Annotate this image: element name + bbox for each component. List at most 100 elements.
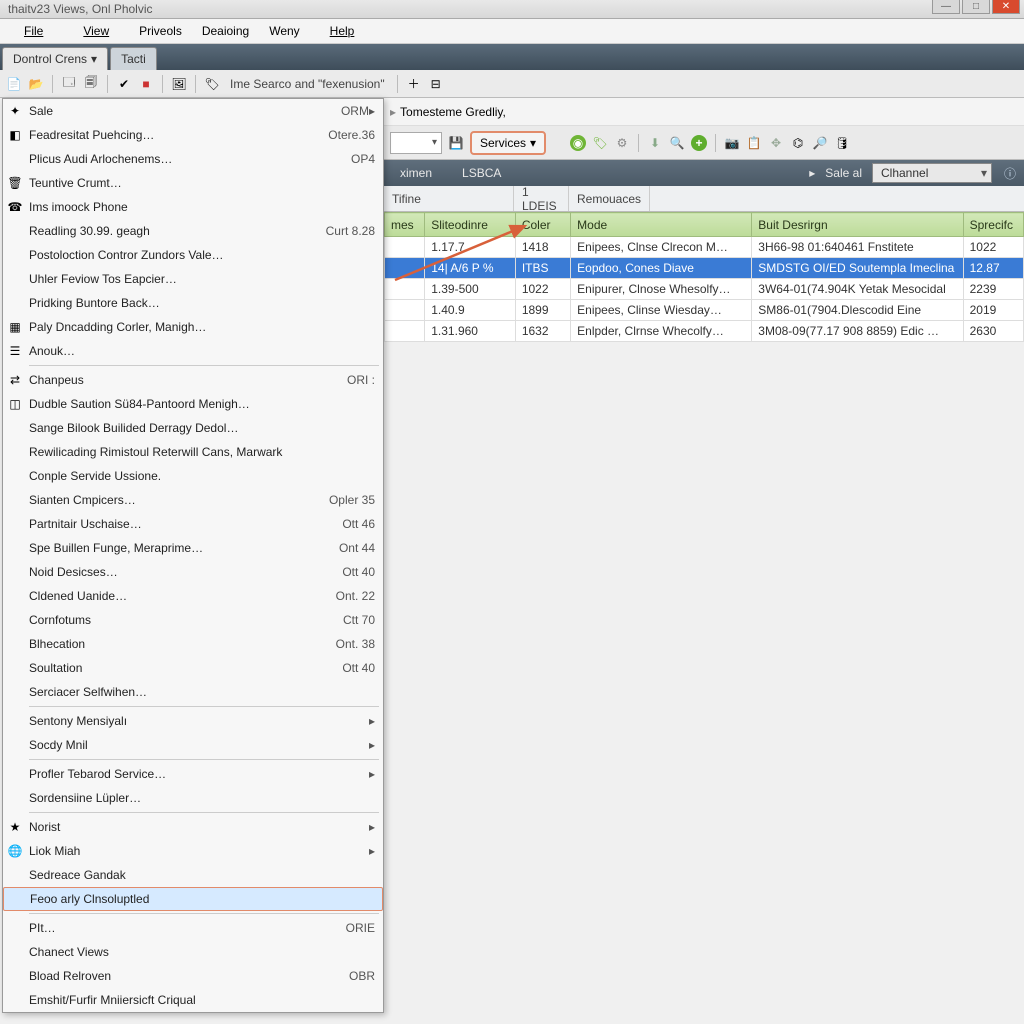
menu-item[interactable]: Emshit/Furfir Mniiersicft Criqual: [3, 988, 383, 1012]
info-icon[interactable]: ⓘ: [1002, 165, 1018, 181]
col-header[interactable]: Buit Desrirgn: [752, 213, 963, 237]
photo-icon[interactable]: 🖼: [171, 76, 187, 92]
menu-item[interactable]: ☎Ims imoock Phone: [3, 195, 383, 219]
menu-item[interactable]: CornfotumsCtt 70: [3, 608, 383, 632]
check-icon[interactable]: ✔: [116, 76, 132, 92]
minimize-button[interactable]: —: [932, 0, 960, 14]
nav-ximen[interactable]: ximen: [390, 166, 442, 180]
menu-item[interactable]: Partnitair Uschaise…Ott 46: [3, 512, 383, 536]
filter-dropdown[interactable]: [390, 132, 442, 154]
camera-icon[interactable]: 📷: [724, 135, 740, 151]
hdr-remouaces[interactable]: Remouaces: [569, 186, 650, 211]
menu-item[interactable]: Pridking Buntore Back…: [3, 291, 383, 315]
barrel-icon[interactable]: 🛢: [834, 135, 850, 151]
hdr-ldeis[interactable]: 1 LDEIS: [514, 186, 569, 211]
collapse-icon[interactable]: ⊟: [428, 76, 444, 92]
menu-item[interactable]: 🗑Teuntive Crumt…: [3, 171, 383, 195]
menu-item[interactable]: Sange Bilook Builided Derragy Dedol…: [3, 416, 383, 440]
menu-item[interactable]: Sordensiine Lüpler…: [3, 786, 383, 810]
menu-view[interactable]: View: [63, 20, 129, 42]
menu-item[interactable]: Bload RelrovenOBR: [3, 964, 383, 988]
menu-item[interactable]: Chanect Views: [3, 940, 383, 964]
services-dropdown[interactable]: Services ▾: [470, 131, 546, 155]
menu-item[interactable]: ★Norist▸: [3, 815, 383, 839]
col-header[interactable]: Sprecifc: [963, 213, 1023, 237]
menu-item[interactable]: SoultationOtt 40: [3, 656, 383, 680]
menu-item-label: Ims imoock Phone: [29, 200, 375, 214]
doc-icon[interactable]: 📄: [6, 76, 22, 92]
menu-weny[interactable]: Weny: [259, 20, 309, 42]
globe-green-icon[interactable]: ◉: [570, 135, 586, 151]
graph-icon[interactable]: ⌬: [790, 135, 806, 151]
menu-item[interactable]: ✦SaleORM▸: [3, 99, 383, 123]
tab-tacti[interactable]: Tacti: [110, 47, 157, 70]
download-icon[interactable]: ⬇: [647, 135, 663, 151]
menu-item-label: Readling 30.99. geagh: [29, 224, 318, 238]
menu-item[interactable]: Rewilicading Rimistoul Reterwill Cans, M…: [3, 440, 383, 464]
magnify-icon[interactable]: 🔎: [812, 135, 828, 151]
open-icon[interactable]: 📂: [28, 76, 44, 92]
menu-item[interactable]: Plicus Audi Arlochenems…OP4: [3, 147, 383, 171]
menu-item[interactable]: ⇄ChanpeusORI :: [3, 368, 383, 392]
move-icon[interactable]: ✥: [768, 135, 784, 151]
gear-icon[interactable]: ⚙: [614, 135, 630, 151]
menu-item[interactable]: Uhler Feviow Tos Eapcier…: [3, 267, 383, 291]
col-header[interactable]: Coler: [515, 213, 570, 237]
menu-deaioing[interactable]: Deaioing: [192, 20, 259, 42]
menu-item[interactable]: PIt…ORIE: [3, 916, 383, 940]
table-row[interactable]: 1.17.71418Enipees, Clnse Clrecon M…3H66-…: [385, 237, 1024, 258]
menu-item[interactable]: Socdy Mnil▸: [3, 733, 383, 757]
menu-item[interactable]: ▦Paly Dncadding Corler, Manigh…: [3, 315, 383, 339]
module-icon: ◫: [7, 396, 23, 412]
menu-priveols[interactable]: Priveols: [129, 20, 192, 42]
col-header[interactable]: Sliteodinre: [425, 213, 516, 237]
search-world-icon[interactable]: 🔍: [669, 135, 685, 151]
menu-item[interactable]: Sianten Cmpicers…Opler 35: [3, 488, 383, 512]
menu-item[interactable]: Serciacer Selfwihen…: [3, 680, 383, 704]
triangle-right-icon[interactable]: ▸: [390, 105, 396, 119]
add-green-icon[interactable]: +: [691, 135, 707, 151]
menu-item[interactable]: BlhecationOnt. 38: [3, 632, 383, 656]
menu-item-label: Bload Relroven: [29, 969, 341, 983]
menu-file[interactable]: File: [4, 20, 63, 42]
tag-green-icon[interactable]: 🏷: [592, 135, 608, 151]
window-icon[interactable]: 🗔: [61, 76, 77, 92]
nav-sale[interactable]: Sale al: [825, 166, 862, 180]
menu-item-label: Sentony Mensiyalı: [29, 714, 369, 728]
channel-dropdown[interactable]: Clhannel: [872, 163, 992, 183]
maximize-button[interactable]: □: [962, 0, 990, 14]
menu-item[interactable]: Conple Servide Ussione.: [3, 464, 383, 488]
clipboard-icon[interactable]: 📋: [746, 135, 762, 151]
menu-item[interactable]: Cldened Uanide…Ont. 22: [3, 584, 383, 608]
menu-item[interactable]: 🌐Liok Miah▸: [3, 839, 383, 863]
table-row[interactable]: 1.40.91899Enipees, Clinse Wiesday…SM86-0…: [385, 300, 1024, 321]
menu-item[interactable]: Sedreace Gandak: [3, 863, 383, 887]
close-button[interactable]: ✕: [992, 0, 1020, 14]
menu-item[interactable]: Noid Desicses…Ott 40: [3, 560, 383, 584]
hdr-tifine[interactable]: Tifine: [384, 186, 514, 211]
breadcrumb-text[interactable]: Tomesteme Gredliy,: [400, 105, 506, 119]
menu-item[interactable]: Postoloction Contror Zundors Vale…: [3, 243, 383, 267]
table-row[interactable]: 1.31.9601632Enlpder, Clrnse Whecolfy…3M0…: [385, 321, 1024, 342]
menu-item[interactable]: Readling 30.99. geaghCurt 8.28: [3, 219, 383, 243]
tag-icon[interactable]: 🏷: [204, 76, 220, 92]
menu-item[interactable]: ☰Anouk…: [3, 339, 383, 363]
table-row[interactable]: 14| A/6 P %ITBSEopdoo, Cones DiaveSMDSTG…: [385, 258, 1024, 279]
menu-item[interactable]: ◫Dudble Saution Sü84-Pantoord Menigh…: [3, 392, 383, 416]
menu-item[interactable]: Spe Buillen Funge, Meraprime…Ont 44: [3, 536, 383, 560]
col-header[interactable]: Mode: [571, 213, 752, 237]
menu-item[interactable]: Profler Tebarod Service…▸: [3, 762, 383, 786]
menu-item[interactable]: ◧Feadresitat Puehcing…Otere.36: [3, 123, 383, 147]
tab-dontrol-crens[interactable]: Dontrol Crens ▾: [2, 47, 108, 70]
add-icon[interactable]: ＋: [406, 76, 422, 92]
col-header[interactable]: mes: [385, 213, 425, 237]
copy-icon[interactable]: 🗐: [83, 76, 99, 92]
menu-help[interactable]: Help: [310, 20, 375, 42]
nav-lsbca[interactable]: LSBCA: [452, 166, 511, 180]
menu-item[interactable]: Feoo arly Clnsoluptled: [3, 887, 383, 911]
submenu-arrow-icon: ▸: [369, 767, 375, 781]
save-icon[interactable]: 💾: [448, 135, 464, 151]
stop-icon[interactable]: ■: [138, 76, 154, 92]
menu-item[interactable]: Sentony Mensiyalı▸: [3, 709, 383, 733]
table-row[interactable]: 1.39-5001022Enipurer, Clnose Whesolfy…3W…: [385, 279, 1024, 300]
